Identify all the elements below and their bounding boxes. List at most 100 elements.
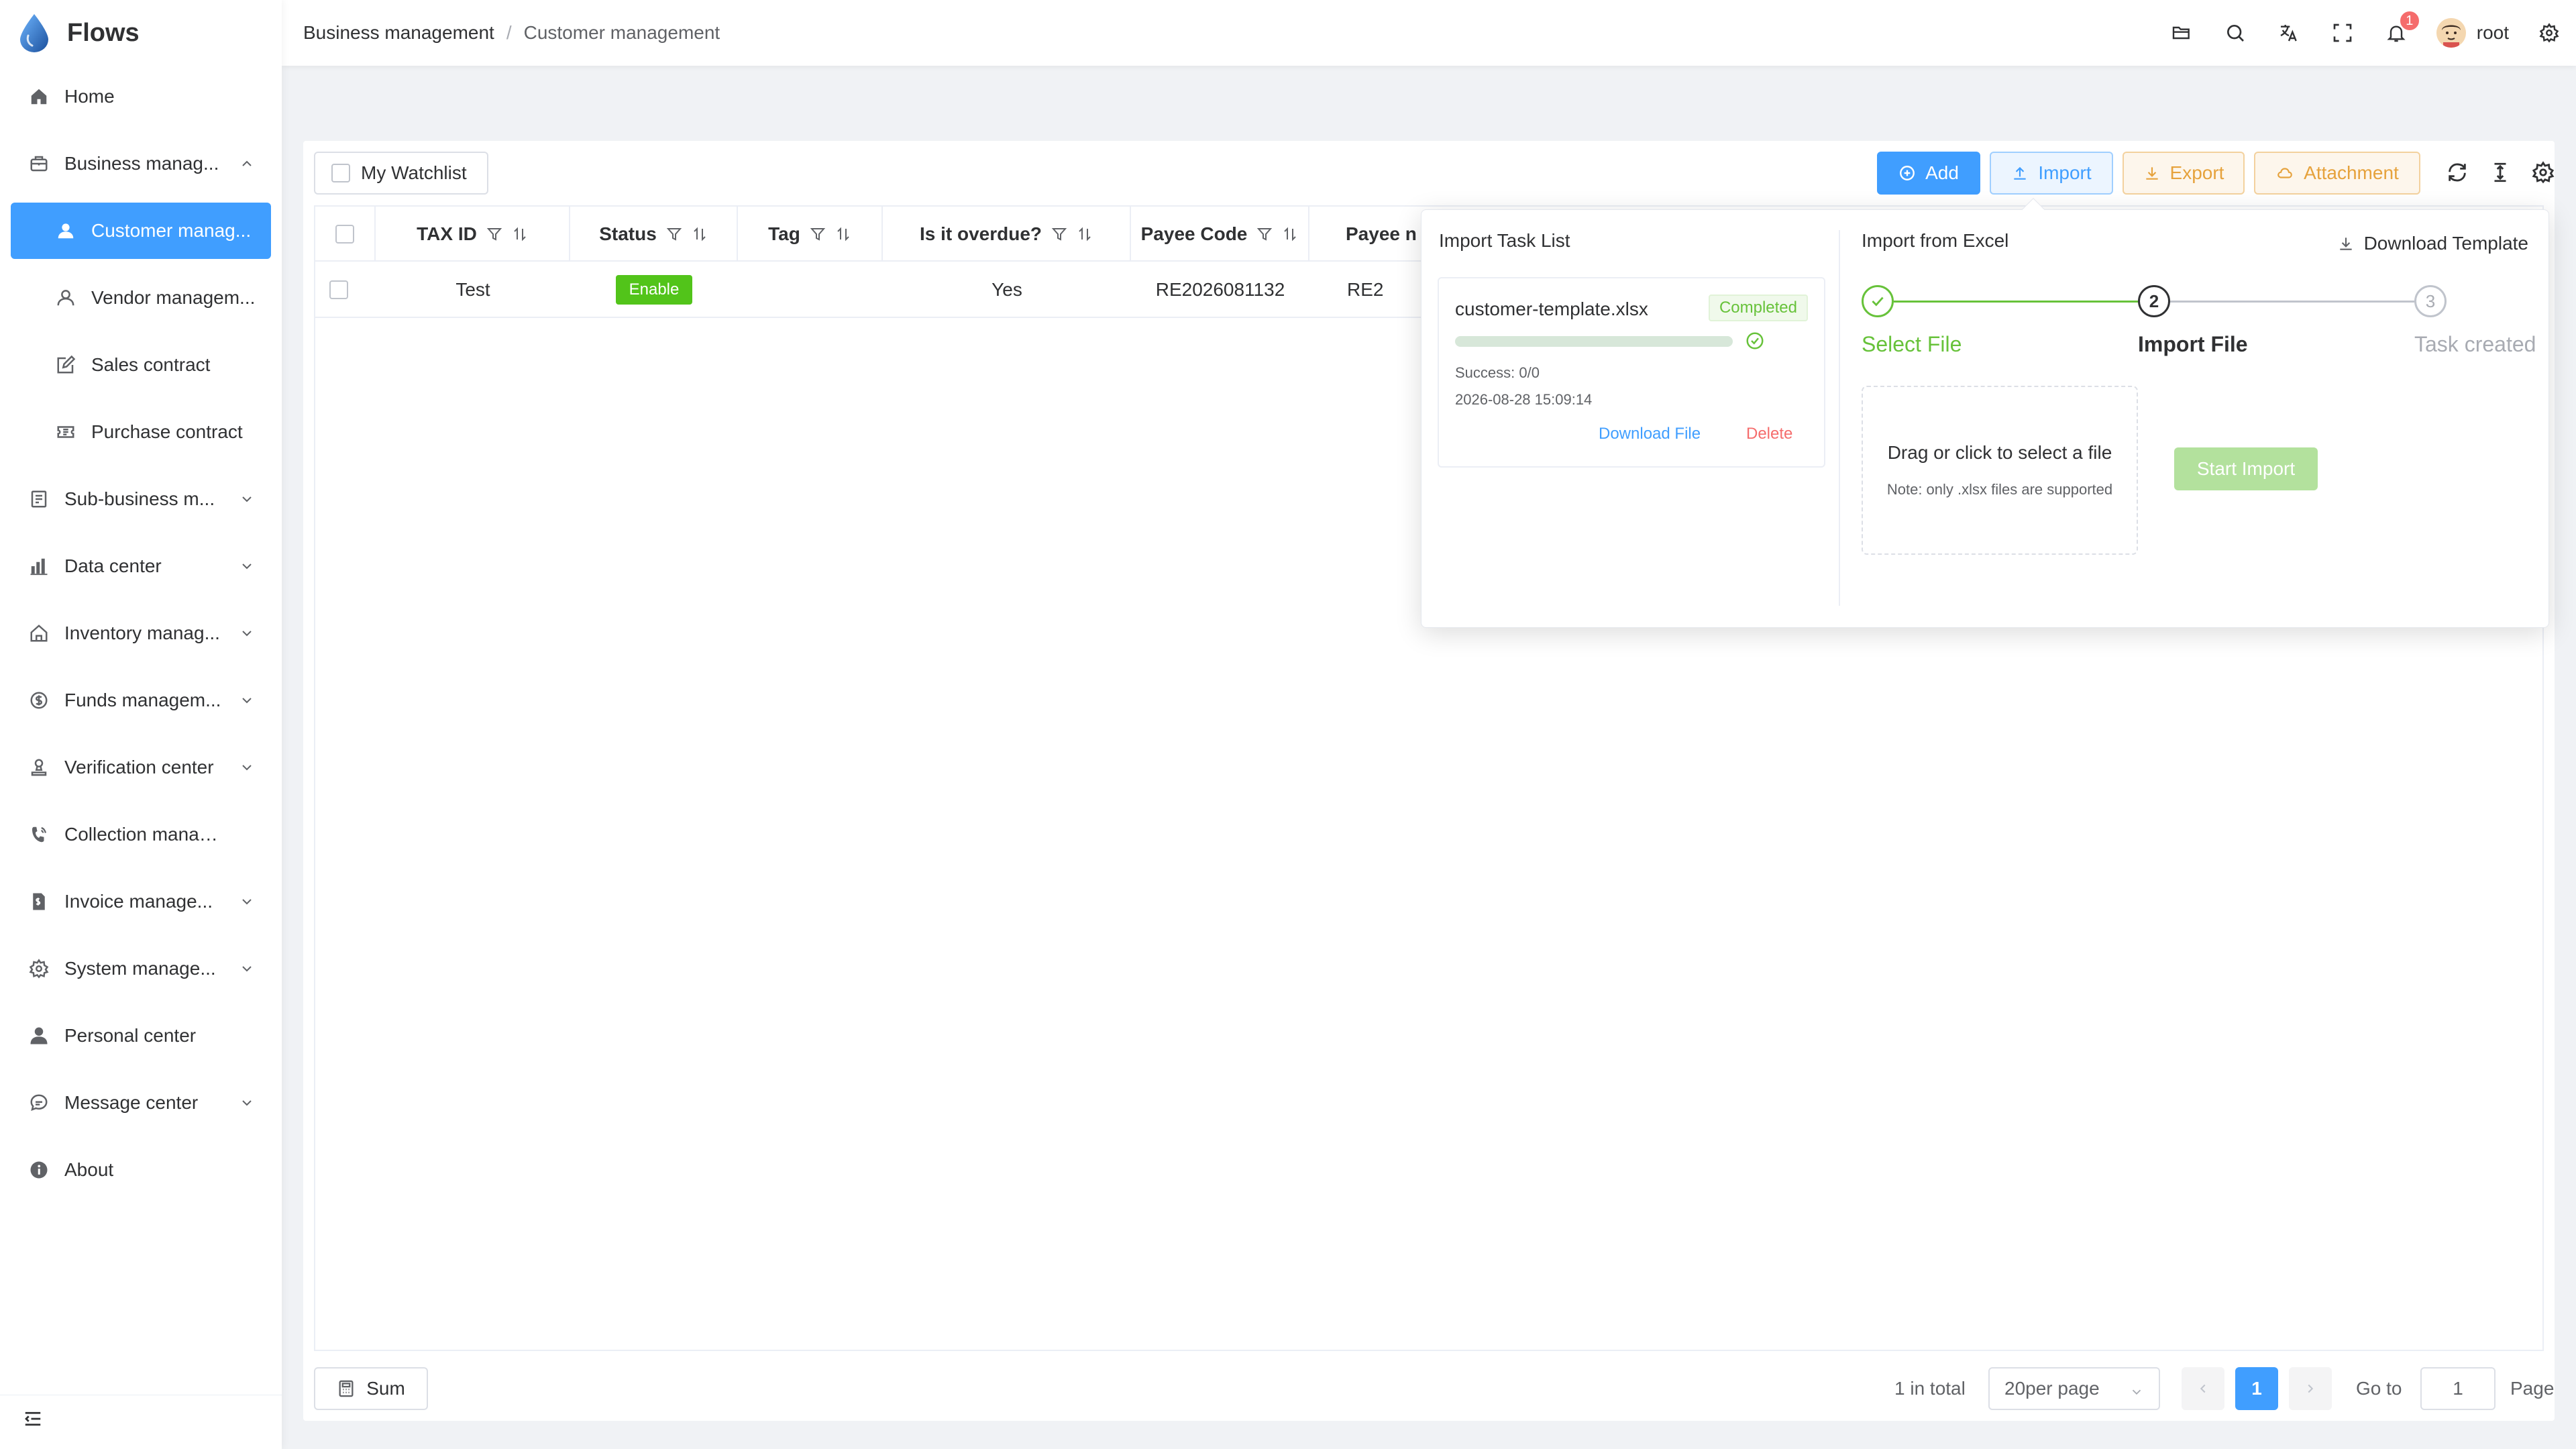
export-button[interactable]: Export bbox=[2123, 152, 2245, 195]
filter-icon[interactable] bbox=[486, 226, 502, 242]
filter-icon[interactable] bbox=[810, 226, 826, 242]
sidebar-item-message-center[interactable]: Message center bbox=[0, 1075, 282, 1131]
notification-bell-icon[interactable]: 1 bbox=[2369, 10, 2423, 44]
calculator-icon bbox=[337, 1379, 356, 1398]
column-header-tag[interactable]: Tag bbox=[738, 207, 883, 262]
sidebar-item-label: Purchase contract bbox=[91, 421, 243, 442]
breadcrumb-item-business[interactable]: Business management bbox=[303, 22, 494, 44]
table-settings-icon[interactable] bbox=[2532, 161, 2555, 184]
sort-icon[interactable] bbox=[835, 226, 851, 242]
sidebar-item-customer-management[interactable]: Customer manag... bbox=[11, 203, 271, 259]
column-header-payee-code[interactable]: Payee Code bbox=[1131, 207, 1309, 262]
phone-icon bbox=[27, 822, 51, 847]
column-header-overdue[interactable]: Is it overdue? bbox=[883, 207, 1131, 262]
table-toolbar: My Watchlist Add Import Export Attachmen… bbox=[314, 152, 2555, 195]
start-import-button[interactable]: Start Import bbox=[2174, 447, 2318, 490]
download-icon bbox=[2143, 164, 2161, 182]
import-popover: Import Task List customer-template.xlsx … bbox=[1421, 198, 2549, 628]
chevron-down-icon bbox=[239, 491, 255, 507]
sidebar-item-data-center[interactable]: Data center bbox=[0, 538, 282, 594]
sidebar-item-vendor-management[interactable]: Vendor managem... bbox=[0, 270, 282, 326]
page-size-value: 20per page bbox=[2004, 1378, 2100, 1399]
refresh-icon[interactable] bbox=[2446, 161, 2469, 184]
page-number-button[interactable]: 1 bbox=[2235, 1367, 2278, 1410]
task-progress-fill bbox=[1455, 336, 1733, 347]
sidebar-item-business-management[interactable]: Business manag... bbox=[0, 136, 282, 192]
add-label: Add bbox=[1925, 162, 1959, 183]
goto-page-input[interactable] bbox=[2420, 1367, 2496, 1410]
sidebar-item-verification[interactable]: Verification center bbox=[0, 739, 282, 796]
fullscreen-icon[interactable] bbox=[2316, 22, 2369, 44]
filter-icon[interactable] bbox=[666, 226, 682, 242]
column-header-tax-id[interactable]: TAX ID bbox=[376, 207, 570, 262]
sum-button[interactable]: Sum bbox=[314, 1367, 428, 1410]
gear-icon[interactable] bbox=[2529, 23, 2569, 43]
logo[interactable]: Flows bbox=[0, 0, 282, 66]
translate-icon[interactable] bbox=[2262, 22, 2316, 44]
sidebar-item-system[interactable]: System manage... bbox=[0, 941, 282, 997]
sort-icon[interactable] bbox=[512, 226, 528, 242]
column-header-status[interactable]: Status bbox=[570, 207, 738, 262]
info-icon bbox=[27, 1158, 51, 1182]
upload-icon bbox=[2011, 164, 2029, 182]
step-1-label: Select File bbox=[1862, 332, 1962, 356]
sidebar-item-sub-business[interactable]: Sub-business m... bbox=[0, 471, 282, 527]
add-button[interactable]: Add bbox=[1877, 152, 1980, 195]
step-3-label: Task created bbox=[2414, 332, 2536, 356]
sidebar-item-label: Invoice manage... bbox=[64, 891, 213, 912]
sidebar-item-personal-center[interactable]: Personal center bbox=[0, 1008, 282, 1064]
sidebar-item-sales-contract[interactable]: Sales contract bbox=[0, 337, 282, 393]
house-icon bbox=[27, 621, 51, 645]
cell-tag bbox=[738, 262, 883, 318]
plus-circle-icon bbox=[1898, 164, 1916, 182]
user-menu[interactable]: root bbox=[2436, 18, 2509, 48]
sidebar-item-label: Customer manag... bbox=[91, 220, 252, 241]
sidebar-item-inventory[interactable]: Inventory manag... bbox=[0, 605, 282, 661]
prev-page-button[interactable] bbox=[2182, 1367, 2224, 1410]
chevron-right-icon bbox=[2303, 1381, 2318, 1396]
sidebar-item-label: Sub-business m... bbox=[64, 488, 215, 509]
next-page-button[interactable] bbox=[2289, 1367, 2332, 1410]
sidebar-item-funds[interactable]: Funds managem... bbox=[0, 672, 282, 729]
select-all-checkbox[interactable] bbox=[335, 225, 354, 244]
sidebar-item-label: About bbox=[64, 1159, 114, 1180]
sidebar-item-home[interactable]: Home bbox=[0, 68, 282, 125]
sidebar-item-label: Vendor managem... bbox=[91, 287, 256, 308]
task-success-count: Success: 0/0 bbox=[1455, 364, 1540, 381]
row-checkbox[interactable] bbox=[329, 280, 348, 299]
download-template-link[interactable]: Download Template bbox=[2337, 233, 2528, 254]
sort-icon[interactable] bbox=[692, 226, 708, 242]
export-label: Export bbox=[2169, 162, 2224, 183]
filter-icon[interactable] bbox=[1051, 226, 1067, 242]
sidebar-item-invoice[interactable]: Invoice manage... bbox=[0, 873, 282, 930]
ticket-icon bbox=[54, 420, 78, 444]
chat-icon bbox=[27, 1091, 51, 1115]
column-title: Payee Code bbox=[1140, 223, 1248, 244]
step-connector-1 bbox=[1894, 301, 2138, 303]
file-dropzone[interactable]: Drag or click to select a file Note: onl… bbox=[1862, 386, 2138, 555]
filter-icon[interactable] bbox=[1256, 226, 1273, 242]
doc-icon bbox=[27, 487, 51, 511]
coin-icon bbox=[27, 688, 51, 712]
collapse-sidebar-icon[interactable] bbox=[23, 1409, 43, 1429]
sort-icon[interactable] bbox=[1282, 226, 1298, 242]
import-task-card: customer-template.xlsx Completed Success… bbox=[1438, 277, 1825, 468]
import-button[interactable]: Import bbox=[1990, 152, 2113, 195]
column-height-icon[interactable] bbox=[2489, 161, 2512, 184]
sidebar-item-purchase-contract[interactable]: Purchase contract bbox=[0, 404, 282, 460]
attachment-button[interactable]: Attachment bbox=[2254, 152, 2420, 195]
sort-icon[interactable] bbox=[1077, 226, 1093, 242]
sidebar-item-collection[interactable]: Collection managem... bbox=[0, 806, 282, 863]
folder-icon[interactable] bbox=[2155, 22, 2208, 44]
watchlist-checkbox[interactable] bbox=[331, 164, 350, 182]
chevron-down-icon bbox=[2129, 1385, 2144, 1399]
search-icon[interactable] bbox=[2208, 22, 2262, 44]
my-watchlist-toggle[interactable]: My Watchlist bbox=[314, 152, 488, 195]
download-file-link[interactable]: Download File bbox=[1599, 425, 1701, 443]
sidebar-item-about[interactable]: About bbox=[0, 1142, 282, 1198]
delete-task-link[interactable]: Delete bbox=[1746, 425, 1792, 443]
page-size-select[interactable]: 20per page bbox=[1988, 1367, 2160, 1410]
sidebar-item-label: Collection managem... bbox=[64, 824, 225, 845]
breadcrumb-item-customer: Customer management bbox=[523, 22, 720, 43]
import-steps: 2 3 Select File Import File Task created bbox=[1862, 285, 2536, 366]
